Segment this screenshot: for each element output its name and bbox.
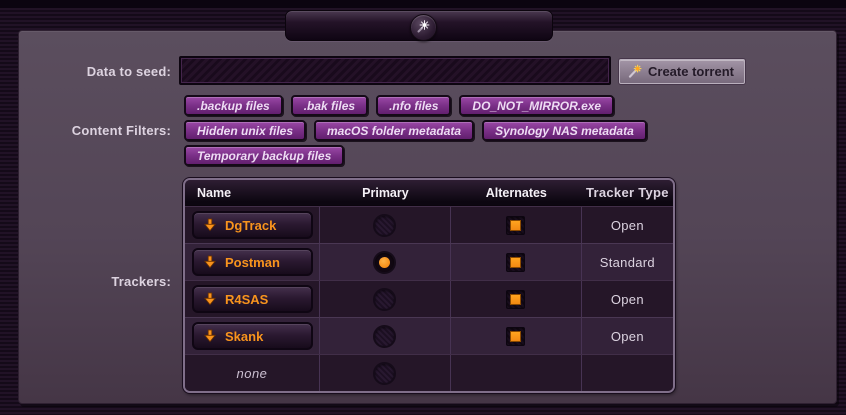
tracker-name-button[interactable]: R4SAS	[192, 285, 313, 313]
tracker-name-button[interactable]: DgTrack	[192, 211, 313, 239]
download-arrow-icon	[203, 255, 217, 269]
tracker-type-label: Open	[611, 218, 644, 233]
alternates-checkbox[interactable]	[506, 290, 525, 309]
download-arrow-icon	[203, 292, 217, 306]
tracker-alternates-cell	[451, 244, 582, 280]
tracker-type-cell: Open	[582, 318, 673, 354]
tracker-alternates-cell	[451, 207, 582, 243]
primary-radio[interactable]	[373, 325, 396, 348]
column-header-name: Name	[185, 186, 320, 200]
primary-radio[interactable]	[373, 251, 396, 274]
tracker-name-cell: DgTrack	[185, 207, 320, 243]
trackers-table: Name Primary Alternates Tracker Type DgT…	[183, 178, 675, 393]
magic-wand-icon	[627, 64, 643, 80]
alternates-checkbox[interactable]	[506, 327, 525, 346]
trackers-table-header: Name Primary Alternates Tracker Type	[185, 180, 673, 206]
filter-chip[interactable]: .bak files	[291, 95, 368, 116]
tracker-row: DgTrack Open	[185, 206, 673, 243]
tracker-alternates-cell	[451, 355, 582, 391]
alternates-checkbox[interactable]	[506, 216, 525, 235]
tracker-primary-cell	[320, 355, 451, 391]
window-top-edge	[0, 0, 846, 8]
tracker-primary-cell	[320, 244, 451, 280]
content-filters-label: Content Filters:	[19, 123, 171, 138]
tracker-none-label: none	[185, 366, 319, 381]
tracker-name-cell: Skank	[185, 318, 320, 354]
download-arrow-icon	[203, 218, 217, 232]
content-filter-list: .backup files .bak files .nfo files DO_NOT_…	[184, 95, 647, 166]
filter-chip[interactable]: .nfo files	[376, 95, 451, 116]
tracker-name-label: R4SAS	[225, 292, 268, 307]
trackers-label: Trackers:	[19, 274, 171, 289]
magic-wand-icon	[414, 18, 433, 37]
tracker-type-cell: Open	[582, 207, 673, 243]
tracker-name-cell: Postman	[185, 244, 320, 280]
tracker-name-cell: none	[185, 355, 320, 391]
filter-chip[interactable]: Hidden unix files	[184, 120, 306, 141]
data-to-seed-label: Data to seed:	[19, 64, 171, 79]
tracker-row: Skank Open	[185, 317, 673, 354]
tracker-row: Postman Standard	[185, 243, 673, 280]
tracker-row: R4SAS Open	[185, 280, 673, 317]
tracker-name-label: DgTrack	[225, 218, 276, 233]
tracker-type-cell: Open	[582, 281, 673, 317]
download-arrow-icon	[203, 329, 217, 343]
tracker-type-label: Open	[611, 329, 644, 344]
tracker-primary-cell	[320, 318, 451, 354]
tracker-type-cell: Standard	[582, 244, 673, 280]
column-header-tracker-type: Tracker Type	[582, 185, 673, 200]
filter-chip-row: Temporary backup files	[184, 145, 647, 166]
create-torrent-panel: Data to seed: Create torrent Content Fil…	[18, 30, 837, 404]
tracker-type-cell	[582, 355, 673, 391]
tracker-name-button[interactable]: Skank	[192, 322, 313, 350]
filter-chip-row: Hidden unix files macOS folder metadata Sy…	[184, 120, 647, 141]
app-window: Data to seed: Create torrent Content Fil…	[0, 0, 846, 415]
tracker-type-label: Standard	[600, 255, 655, 270]
tracker-name-label: Skank	[225, 329, 263, 344]
primary-radio[interactable]	[373, 214, 396, 237]
column-header-primary: Primary	[320, 186, 451, 200]
tracker-primary-cell	[320, 281, 451, 317]
create-torrent-button-label: Create torrent	[648, 64, 734, 79]
tracker-type-label: Open	[611, 292, 644, 307]
tracker-name-cell: R4SAS	[185, 281, 320, 317]
tracker-name-label: Postman	[225, 255, 280, 270]
filter-chip[interactable]: Synology NAS metadata	[482, 120, 647, 141]
tracker-name-button[interactable]: Postman	[192, 248, 313, 276]
alternates-checkbox[interactable]	[506, 253, 525, 272]
tracker-primary-cell	[320, 207, 451, 243]
tracker-row: none	[185, 354, 673, 391]
tracker-alternates-cell	[451, 318, 582, 354]
create-torrent-button[interactable]: Create torrent	[619, 59, 745, 84]
filter-chip[interactable]: macOS folder metadata	[314, 120, 474, 141]
data-to-seed-input[interactable]	[179, 56, 611, 85]
primary-radio[interactable]	[373, 362, 396, 385]
tracker-alternates-cell	[451, 281, 582, 317]
filter-chip[interactable]: Temporary backup files	[184, 145, 344, 166]
create-torrent-tab[interactable]	[410, 14, 437, 41]
filter-chip-row: .backup files .bak files .nfo files DO_NOT_…	[184, 95, 647, 116]
trackers-table-body: DgTrackOpenPostmanStandardR4SASOpenSkank…	[185, 206, 673, 391]
wizard-tab-bar	[285, 10, 553, 41]
filter-chip[interactable]: DO_NOT_MIRROR.exe	[459, 95, 614, 116]
column-header-alternates: Alternates	[451, 186, 582, 200]
filter-chip[interactable]: .backup files	[184, 95, 283, 116]
primary-radio[interactable]	[373, 288, 396, 311]
